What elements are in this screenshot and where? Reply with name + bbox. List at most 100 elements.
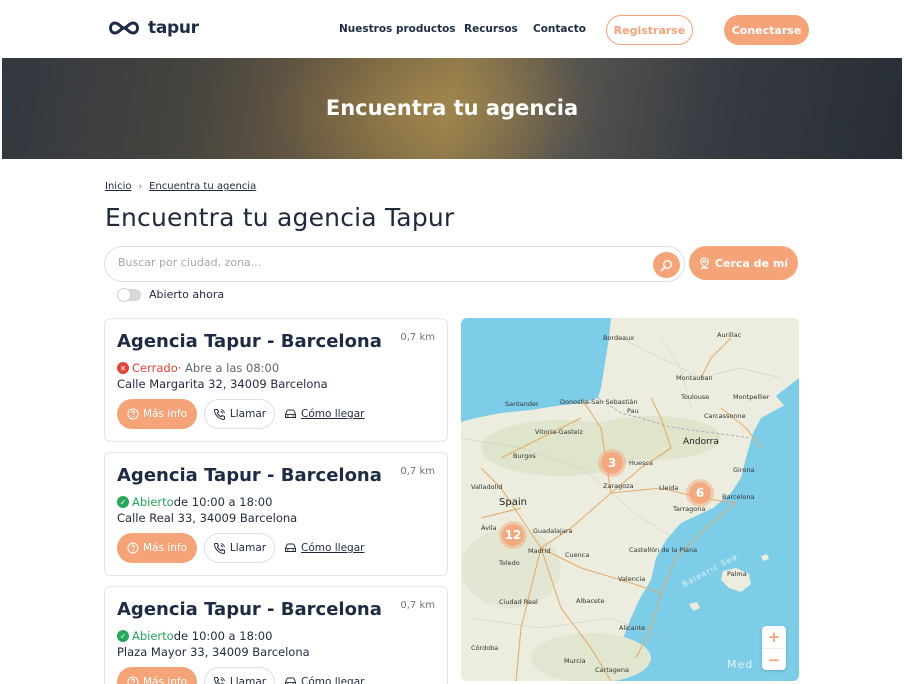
more-info-label: Más info: [143, 542, 187, 554]
map-cluster-marker[interactable]: 6: [686, 479, 714, 507]
connect-button[interactable]: Conectarse: [724, 15, 809, 45]
nav-products[interactable]: Nuestros productos: [339, 23, 456, 35]
map-city-label: Madrid: [528, 547, 551, 555]
directions-link[interactable]: Cómo llegar: [284, 408, 364, 420]
agency-status: ✕ Cerrado · Abre a las 08:00: [117, 361, 279, 375]
phone-icon: [213, 542, 225, 554]
agency-address: Calle Real 33, 34009 Barcelona: [117, 511, 298, 525]
directions-link[interactable]: Cómo llegar: [284, 542, 364, 554]
map-city-label: Bordeaux: [603, 334, 635, 342]
question-circle-icon: [127, 408, 139, 420]
agency-actions: Más info Llamar Cómo llegar: [117, 533, 364, 563]
call-label: Llamar: [229, 542, 267, 554]
car-icon: [285, 409, 296, 418]
map-city-label: Burgos: [513, 452, 536, 460]
near-me-button[interactable]: Cerca de mí: [689, 246, 798, 280]
more-info-button[interactable]: Más info: [117, 667, 197, 684]
location-pin-icon: [700, 257, 709, 269]
breadcrumb-current[interactable]: Encuentra tu agencia: [149, 181, 256, 192]
status-hours: de 10:00 a 18:00: [173, 495, 273, 509]
map-cluster-marker[interactable]: 12: [499, 521, 527, 549]
map-city-label: Girona: [733, 466, 755, 474]
question-circle-icon: [127, 542, 139, 554]
map-city-label: Pau: [627, 407, 639, 415]
more-info-button[interactable]: Más info: [117, 533, 197, 563]
phone-icon: [213, 676, 225, 684]
nav-contact[interactable]: Contacto: [533, 23, 586, 35]
status-label: Cerrado: [132, 361, 178, 375]
map-city-label: Huesca: [629, 459, 653, 467]
agency-status: ✓ Abierto de 10:00 a 18:00: [117, 629, 272, 643]
register-button[interactable]: Registrarse: [606, 15, 693, 45]
zoom-control: + −: [762, 626, 786, 670]
agency-actions: Más info Llamar Cómo llegar: [117, 399, 364, 429]
map-city-label: Donostia-San Sebastián: [560, 398, 638, 406]
open-now-filter[interactable]: Abierto ahora: [117, 287, 225, 302]
call-label: Llamar: [229, 676, 267, 684]
site-header: tapur Nuestros productos Recursos Contac…: [0, 0, 904, 58]
map-cluster-marker[interactable]: 3: [598, 449, 626, 477]
map-city-label: Montauban: [676, 374, 713, 382]
search-button[interactable]: [653, 252, 680, 278]
map-city-label: Vitoria-Gasteiz: [535, 428, 583, 436]
brand-logo[interactable]: tapur: [106, 18, 199, 38]
closed-x-icon: ✕: [117, 362, 129, 374]
map-city-label: Valladolid: [471, 483, 503, 491]
directions-link[interactable]: Cómo llegar: [284, 676, 364, 684]
agency-name[interactable]: Agencia Tapur - Barcelona: [117, 599, 382, 620]
infinity-logo-icon: [109, 21, 139, 35]
hero-title: Encuentra tu agencia: [325, 96, 579, 120]
zoom-in-button[interactable]: +: [762, 626, 786, 648]
agency-address: Calle Margarita 32, 34009 Barcelona: [117, 377, 328, 391]
status-label: Abierto: [132, 495, 174, 509]
breadcrumb-home[interactable]: Inicio: [105, 181, 131, 192]
agency-card[interactable]: Agencia Tapur - Barcelona 0,7 km ✓ Abierto …: [104, 452, 448, 576]
call-label: Llamar: [229, 408, 267, 420]
agency-card[interactable]: Agencia Tapur - Barcelona 0,7 km ✓ Abierto …: [104, 586, 448, 684]
car-icon: [285, 543, 296, 552]
open-now-label: Abierto ahora: [149, 288, 225, 301]
open-check-icon: ✓: [117, 496, 129, 508]
agency-status: ✓ Abierto de 10:00 a 18:00: [117, 495, 272, 509]
hero-banner: Encuentra tu agencia: [2, 58, 902, 159]
map-city-label: Barcelona: [722, 493, 755, 501]
map-city-label: Alicante: [619, 624, 646, 632]
zoom-out-button[interactable]: −: [762, 648, 786, 670]
map-city-label: Montpellier: [733, 393, 770, 401]
map-city-label: Castellón de la Plana: [629, 546, 698, 554]
map-sea-label-2: Med: [727, 658, 754, 671]
map-country-label: Spain: [499, 497, 527, 508]
more-info-button[interactable]: Más info: [117, 399, 197, 429]
more-info-label: Más info: [143, 676, 187, 684]
call-button[interactable]: Llamar: [204, 533, 275, 563]
agency-map[interactable]: Bordeaux Aurillac Montauban Toulouse Montpel…: [461, 318, 799, 681]
agency-actions: Más info Llamar Cómo llegar: [117, 667, 364, 684]
map-city-label: Zaragoza: [603, 482, 634, 490]
map-city-label: Murcia: [564, 657, 586, 665]
agency-name[interactable]: Agencia Tapur - Barcelona: [117, 331, 382, 352]
call-button[interactable]: Llamar: [204, 667, 275, 684]
nav-resources[interactable]: Recursos: [464, 23, 518, 35]
status-label: Abierto: [132, 629, 174, 643]
directions-label: Cómo llegar: [301, 408, 365, 420]
agency-address: Plaza Mayor 33, 34009 Barcelona: [117, 645, 310, 659]
map-city-label: Lleida: [659, 484, 679, 492]
search-input[interactable]: [118, 256, 638, 269]
page-title: Encuentra tu agencia Tapur: [105, 203, 455, 232]
status-hours: · Abre a las 08:00: [177, 361, 280, 375]
map-andorra-label: Andorra: [683, 437, 719, 447]
phone-icon: [213, 408, 225, 420]
agency-card[interactable]: Agencia Tapur - Barcelona 0,7 km ✕ Cerrado …: [104, 318, 448, 442]
open-now-toggle[interactable]: [117, 287, 141, 302]
map-city-label: Palma: [727, 570, 747, 578]
map-city-label: Córdoba: [471, 644, 499, 652]
map-city-label: Guadalajara: [533, 527, 573, 535]
call-button[interactable]: Llamar: [204, 399, 275, 429]
map-city-label: Ciudad Real: [499, 598, 538, 606]
map-city-label: Ávila: [481, 524, 497, 532]
map-city-label: Toledo: [499, 559, 520, 567]
brand-name: tapur: [148, 18, 199, 38]
agency-name[interactable]: Agencia Tapur - Barcelona: [117, 465, 382, 486]
agency-distance: 0,7 km: [400, 466, 435, 477]
map-city-label: Carcassonne: [704, 412, 746, 420]
